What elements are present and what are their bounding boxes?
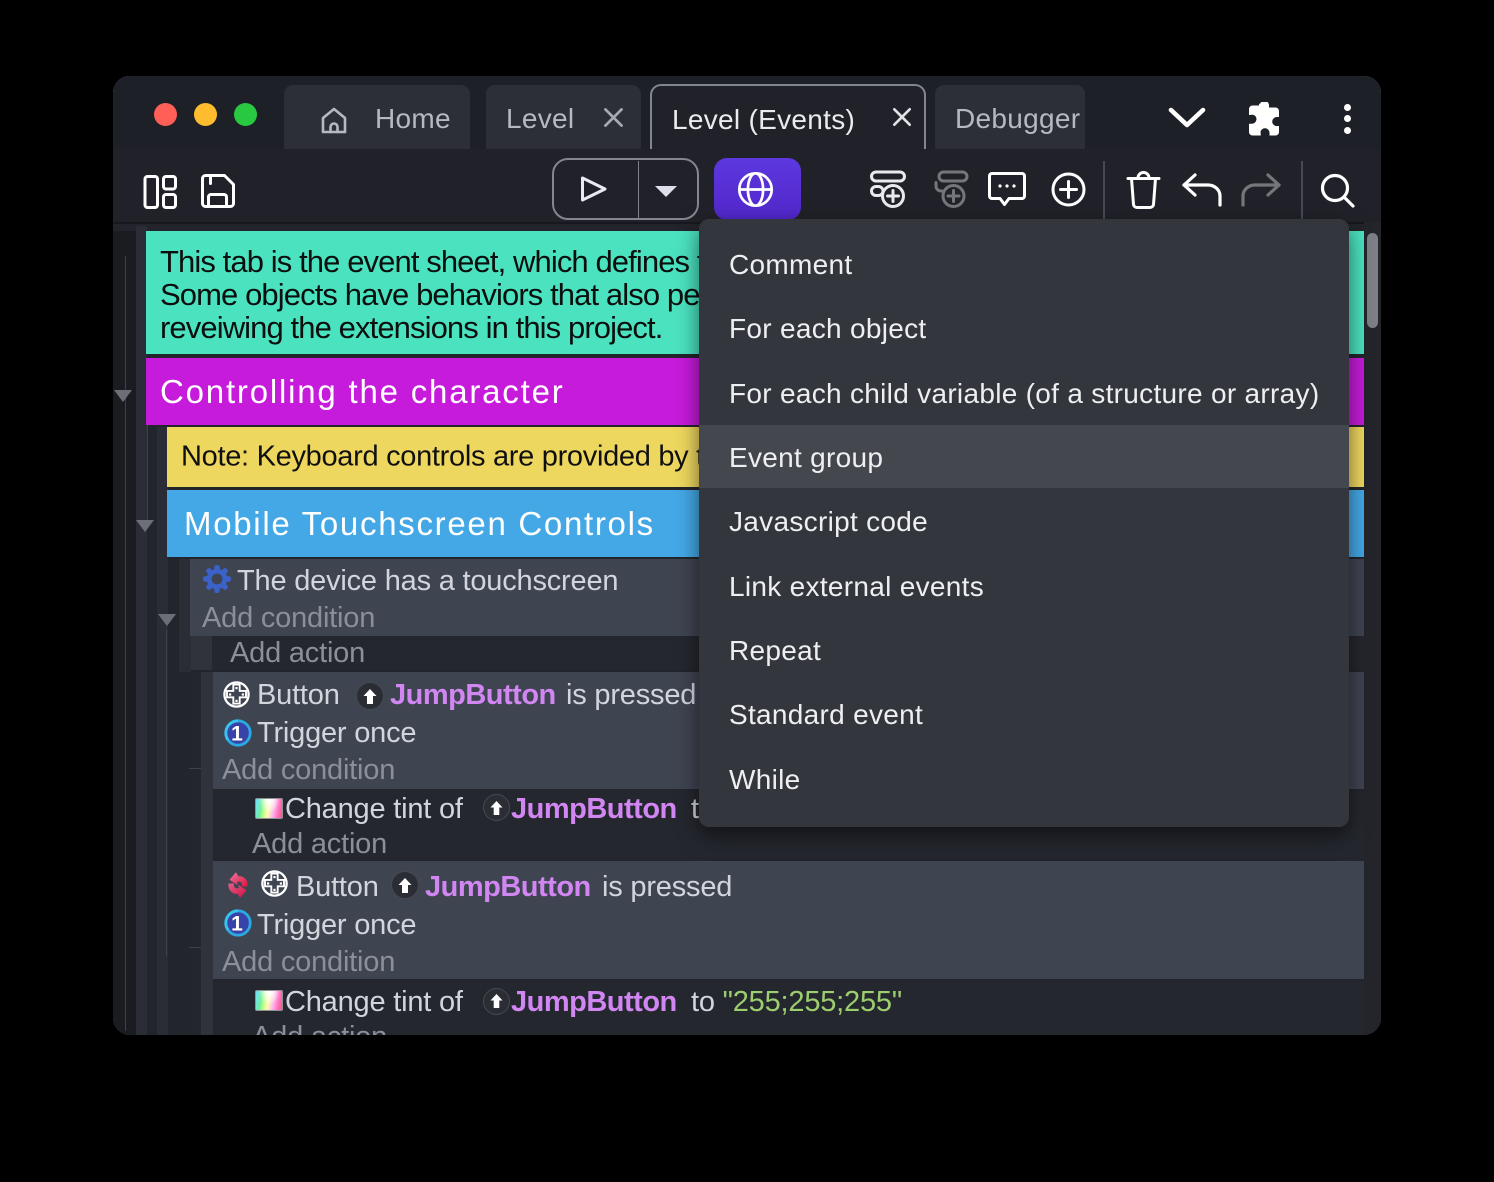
svg-text:1: 1: [231, 723, 243, 746]
svg-text:1: 1: [231, 913, 243, 936]
